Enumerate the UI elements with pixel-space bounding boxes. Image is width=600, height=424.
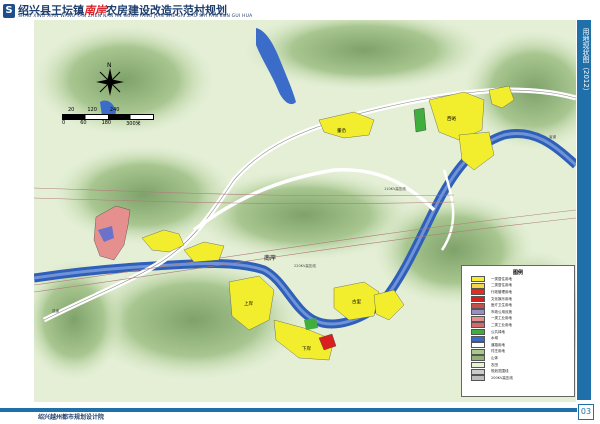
sheet-title: 用地现状图（2012）	[582, 28, 590, 95]
north-arrow-icon: N	[96, 62, 124, 96]
legend-item: 二类工业用地	[471, 322, 574, 329]
legend-swatch	[471, 315, 485, 322]
road-label-r1: 110KV高压线	[384, 186, 406, 191]
legend-label: 二类工业用地	[491, 322, 512, 327]
legend-label: 二类居住用地	[491, 283, 512, 288]
place-label-nan-an: 南岸	[264, 254, 276, 262]
place-label-dong-an: 董岙	[337, 127, 346, 134]
legend-item: 规划范围线	[471, 368, 574, 375]
legend-item: 一类工业用地	[471, 315, 574, 323]
legend-item: 一类居住用地	[471, 276, 574, 283]
legend-item: 山体	[471, 355, 574, 362]
legend-item: 文化娱乐用地	[471, 296, 574, 303]
legend-label: 一类工业用地	[491, 316, 512, 321]
legend-item: 村庄用地	[471, 348, 574, 356]
legend-swatch	[471, 309, 485, 316]
legend-title: 图例	[512, 270, 523, 276]
legend-swatch	[471, 276, 485, 283]
scale-bar: 20 120 240 0 60 180 300米	[62, 107, 154, 127]
place-label-xia-an: 下岸	[302, 345, 311, 352]
legend-item: 公共绿地	[471, 329, 574, 336]
legend-item: 农田	[471, 362, 574, 369]
legend-label: 道路用地	[491, 342, 505, 347]
legend-item: 水域	[471, 335, 574, 342]
legend-swatch	[471, 289, 485, 296]
legend-label: 规划范围线	[491, 369, 509, 374]
legend-swatch	[471, 368, 485, 375]
legend-swatch	[471, 348, 485, 355]
legend-label: 市政公用设施	[491, 309, 512, 314]
map-legend: 图例 一类居住用地 二类居住用地 行政管理用地 文化娱乐用地 医疗卫生用地 市政公用设施一…	[461, 265, 575, 397]
legend-label: 行政管理用地	[491, 289, 512, 294]
legend-label: 村庄用地	[491, 349, 505, 354]
legend-swatch	[471, 375, 485, 382]
legend-item: 道路用地	[471, 342, 574, 349]
legend-swatch	[471, 322, 485, 329]
svg-text:N: N	[107, 62, 112, 69]
legend-item: 医疗卫生用地	[471, 302, 574, 309]
legend-item: 200KV高压线	[471, 375, 574, 382]
legend-label: 农田	[491, 362, 498, 367]
legend-item: 二类居住用地	[471, 282, 574, 290]
legend-label: 医疗卫生用地	[491, 303, 512, 308]
legend-swatch	[471, 342, 485, 349]
footer-org: 绍兴越州都市规划设计院	[38, 414, 105, 421]
legend-swatch	[471, 362, 485, 369]
legend-swatch	[471, 282, 485, 289]
road-label-r2: 220KV高压线	[294, 263, 316, 268]
legend-swatch	[471, 302, 485, 309]
place-label-shang-an: 上岸	[244, 300, 253, 307]
logo-icon: S	[3, 4, 15, 18]
legend-swatch	[471, 296, 485, 303]
road-label-r3: 省道	[549, 134, 557, 139]
legend-label: 水域	[491, 336, 498, 341]
legend-label: 一类居住用地	[491, 276, 512, 281]
page-title-pinyin: SHAO XING XIAN WANG TAN ZHEN NAN AN NONG…	[18, 14, 253, 19]
legend-swatch	[471, 329, 485, 336]
title-bar: S 绍兴县王坛镇南岸农房建设改造示范村规划 SHAO XING XIAN WAN…	[0, 0, 600, 22]
place-label-xi-yu: 西峪	[447, 115, 456, 122]
legend-item: 市政公用设施	[471, 309, 574, 316]
legend-label: 公共绿地	[491, 329, 505, 334]
green-space	[413, 107, 427, 133]
place-label-gu-li: 古里	[352, 298, 361, 305]
page-number: 03	[578, 404, 594, 420]
legend-swatch	[471, 335, 485, 342]
legend-label: 文化娱乐用地	[491, 296, 512, 301]
legend-label: 山体	[491, 355, 498, 360]
road-label-r4: 县道	[52, 308, 59, 313]
legend-swatch	[471, 355, 485, 362]
hill	[54, 145, 234, 245]
legend-item: 行政管理用地	[471, 289, 574, 296]
green-space	[304, 318, 318, 330]
legend-label: 200KV高压线	[491, 375, 513, 380]
